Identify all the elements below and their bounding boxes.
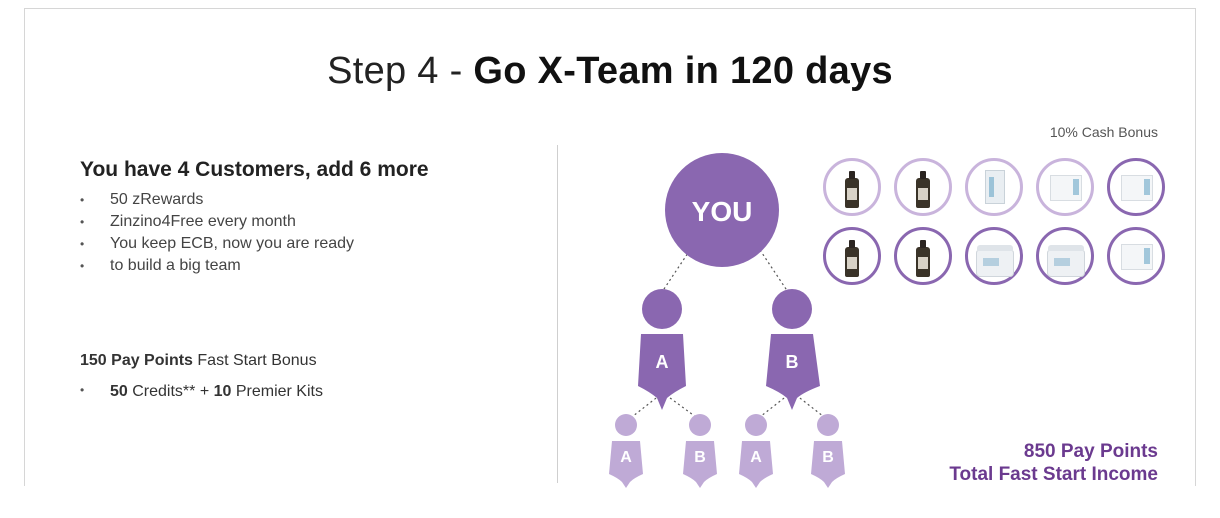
product-circle	[965, 158, 1023, 216]
supplement-box-icon	[1121, 175, 1153, 201]
connector-line	[759, 249, 791, 296]
product-circle	[1036, 227, 1094, 285]
oil-bottle-icon	[845, 240, 859, 277]
product-circle	[823, 227, 881, 285]
supplement-tube-icon	[985, 170, 1005, 204]
product-circle	[1036, 158, 1094, 216]
person-b-label: B	[786, 352, 799, 372]
product-circle	[1107, 158, 1165, 216]
product-circle	[965, 227, 1023, 285]
supplement-box-icon	[1050, 175, 1082, 201]
sub-person-label: B	[822, 449, 834, 466]
supplement-jar-icon	[1047, 245, 1085, 277]
person-a-icon	[638, 289, 686, 410]
total-pay-points: 850 Pay Points	[1023, 441, 1158, 462]
connector-line	[627, 394, 661, 421]
product-circle	[894, 227, 952, 285]
supplement-jar-icon	[976, 245, 1014, 277]
product-circle	[823, 158, 881, 216]
oil-bottle-icon	[916, 171, 930, 208]
total-income: 850 Pay Points Total Fast Start Income	[949, 440, 1158, 486]
total-income-label: Total Fast Start Income	[949, 464, 1158, 485]
person-b-icon	[766, 289, 820, 410]
oil-bottle-icon	[845, 171, 859, 208]
product-circle	[894, 158, 952, 216]
sub-person-label: B	[694, 449, 706, 466]
product-circle	[1107, 227, 1165, 285]
connector-line	[659, 249, 691, 296]
you-label: YOU	[692, 196, 753, 227]
supplement-box-icon	[1121, 244, 1153, 270]
oil-bottle-icon	[916, 240, 930, 277]
sub-person-label: A	[620, 449, 632, 466]
person-a-label: A	[656, 352, 669, 372]
sub-person-label: A	[750, 449, 762, 466]
